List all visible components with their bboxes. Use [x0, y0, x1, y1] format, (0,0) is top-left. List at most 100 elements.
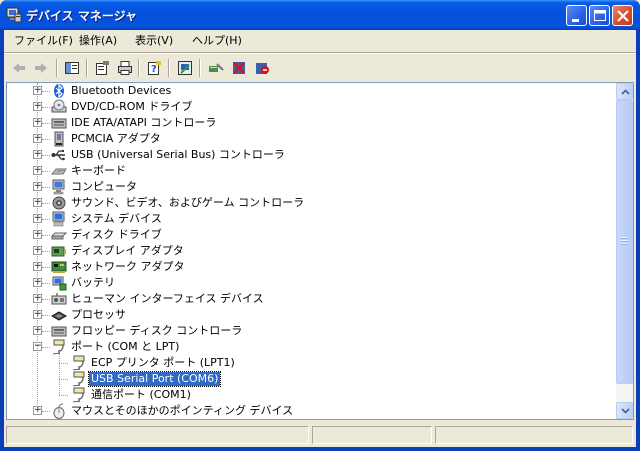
close-button[interactable]	[612, 5, 633, 26]
tree-item-label: キーボード	[71, 164, 126, 177]
processor-icon	[51, 311, 67, 321]
disable-device-icon	[233, 62, 245, 74]
print-button[interactable]	[114, 57, 136, 79]
ide-controller-icon	[51, 118, 67, 129]
title-bar[interactable]: デバイス マネージャ	[0, 0, 640, 30]
device-tree[interactable]: + Bluetooth Devices + DVD/CD-ROM ドライブ + IDE A…	[7, 83, 617, 419]
tree-category-item[interactable]: + PCMCIA アダプタ	[7, 131, 607, 147]
tree-item-label: ECP プリンタ ポート (LPT1)	[91, 356, 235, 369]
tree-item-label: ポート (COM と LPT)	[71, 340, 180, 353]
maximize-button[interactable]	[589, 5, 610, 26]
computer-icon	[52, 179, 65, 195]
status-bar	[4, 424, 636, 446]
scan-hardware-button[interactable]	[205, 57, 227, 79]
tree-category-item[interactable]: + フロッピー ディスク コントローラ	[7, 323, 607, 339]
properties-button[interactable]	[91, 57, 113, 79]
tree-item-label: ディスプレイ アダプタ	[71, 244, 184, 257]
tree-category-item[interactable]: + DVD/CD-ROM ドライブ	[7, 99, 607, 115]
bluetooth-icon	[54, 83, 64, 99]
uninstall-device-icon	[256, 63, 269, 74]
tree-item-label: バッテリ	[71, 276, 115, 289]
tree-category-item[interactable]: + コンピュータ	[7, 179, 607, 195]
tree-category-item[interactable]: + ディスク ドライブ	[7, 227, 607, 243]
window-title: デバイス マネージャ	[26, 9, 137, 23]
help-icon: ?	[148, 61, 161, 75]
disable-device-button[interactable]	[228, 57, 250, 79]
tree-item-label: IDE ATA/ATAPI コントローラ	[71, 116, 217, 129]
tree-connector	[59, 395, 68, 396]
forward-button[interactable]	[30, 57, 52, 79]
tree-item-label: コンピュータ	[71, 180, 137, 193]
tree-child-item[interactable]: 通信ポート (COM1)	[7, 387, 607, 403]
tree-item-label: USB Serial Port (COM6)	[87, 371, 222, 387]
tree-category-item[interactable]: + システム デバイス	[7, 211, 607, 227]
tree-category-item[interactable]: + ヒューマン インターフェイス デバイス	[7, 291, 607, 307]
status-panel	[435, 426, 633, 444]
system-device-icon	[52, 211, 65, 227]
tree-connector	[59, 354, 60, 395]
update-driver-button[interactable]	[174, 57, 196, 79]
tree-category-item[interactable]: + バッテリ	[7, 275, 607, 291]
menu-help[interactable]: ヘルプ(H)	[188, 33, 246, 49]
scroll-up-button[interactable]	[616, 83, 633, 100]
scroll-down-button[interactable]	[616, 402, 633, 419]
maximize-icon	[594, 10, 606, 21]
tree-category-item[interactable]: + マウスとそのほかのポインティング デバイス	[7, 403, 607, 419]
tree-child-item[interactable]: ECP プリンタ ポート (LPT1)	[7, 355, 607, 371]
cdrom-icon	[51, 99, 67, 113]
uninstall-device-button[interactable]	[251, 57, 273, 79]
tree-category-item[interactable]: + Bluetooth Devices	[7, 83, 607, 99]
back-icon	[13, 63, 25, 73]
tree-child-item[interactable]: USB Serial Port (COM6)	[7, 371, 607, 387]
tree-item-label: 通信ポート (COM1)	[91, 388, 191, 401]
device-tree-panel[interactable]: + Bluetooth Devices + DVD/CD-ROM ドライブ + IDE A…	[6, 82, 634, 420]
tree-connector	[59, 379, 68, 380]
tree-connector	[42, 299, 50, 300]
sound-icon	[52, 196, 66, 210]
thumb-grip	[621, 243, 628, 245]
scan-hardware-icon	[209, 63, 224, 72]
tree-category-item[interactable]: − ポート (COM と LPT)	[7, 339, 607, 355]
menu-bar: ファイル(F) 操作(A) 表示(V) ヘルプ(H)	[4, 30, 636, 52]
tree-category-item[interactable]: + ネットワーク アダプタ	[7, 259, 607, 275]
display-adapter-icon	[51, 246, 66, 257]
tree-category-item[interactable]: + キーボード	[7, 163, 607, 179]
tree-category-item[interactable]: + USB (Universal Serial Bus) コントローラ	[7, 147, 607, 163]
show-hide-tree-button[interactable]	[61, 57, 83, 79]
tree-connector	[42, 171, 50, 172]
tree-connector	[59, 363, 68, 364]
vertical-scrollbar[interactable]	[616, 83, 633, 419]
tree-connector	[42, 315, 50, 316]
scroll-thumb[interactable]	[616, 100, 633, 384]
tree-item-label: ディスク ドライブ	[71, 228, 162, 241]
tree-connector	[42, 251, 50, 252]
toolbar-separator	[199, 59, 201, 77]
mouse-icon	[53, 403, 65, 419]
floppy-controller-icon	[51, 326, 67, 337]
tree-item-label: サウンド、ビデオ、およびゲーム コントローラ	[71, 196, 305, 209]
tree-category-item[interactable]: + サウンド、ビデオ、およびゲーム コントローラ	[7, 195, 607, 211]
tree-connector	[42, 107, 50, 108]
menu-file[interactable]: ファイル(F)	[10, 33, 77, 49]
tree-category-item[interactable]: + ディスプレイ アダプタ	[7, 243, 607, 259]
tree-item-label: マウスとそのほかのポインティング デバイス	[71, 404, 294, 417]
tree-connector	[42, 235, 50, 236]
device-manager-icon	[6, 7, 22, 23]
port-icon	[72, 387, 85, 403]
tree-category-item[interactable]: + IDE ATA/ATAPI コントローラ	[7, 115, 607, 131]
toolbar-separator	[138, 59, 140, 77]
tree-item-label: PCMCIA アダプタ	[71, 132, 161, 145]
minimize-button[interactable]	[566, 5, 587, 26]
back-button[interactable]	[8, 57, 30, 79]
menu-action[interactable]: 操作(A)	[75, 33, 121, 49]
minimize-icon	[572, 19, 579, 22]
tree-item-label: ネットワーク アダプタ	[71, 260, 185, 273]
tree-connector	[42, 219, 50, 220]
menu-view[interactable]: 表示(V)	[131, 33, 177, 49]
tree-category-item[interactable]: + プロセッサ	[7, 307, 607, 323]
help-button[interactable]: ?	[143, 57, 165, 79]
status-panel	[312, 426, 432, 444]
network-adapter-icon	[51, 261, 67, 273]
tree-item-label: Bluetooth Devices	[71, 84, 172, 97]
window-frame-bottom	[0, 447, 640, 451]
